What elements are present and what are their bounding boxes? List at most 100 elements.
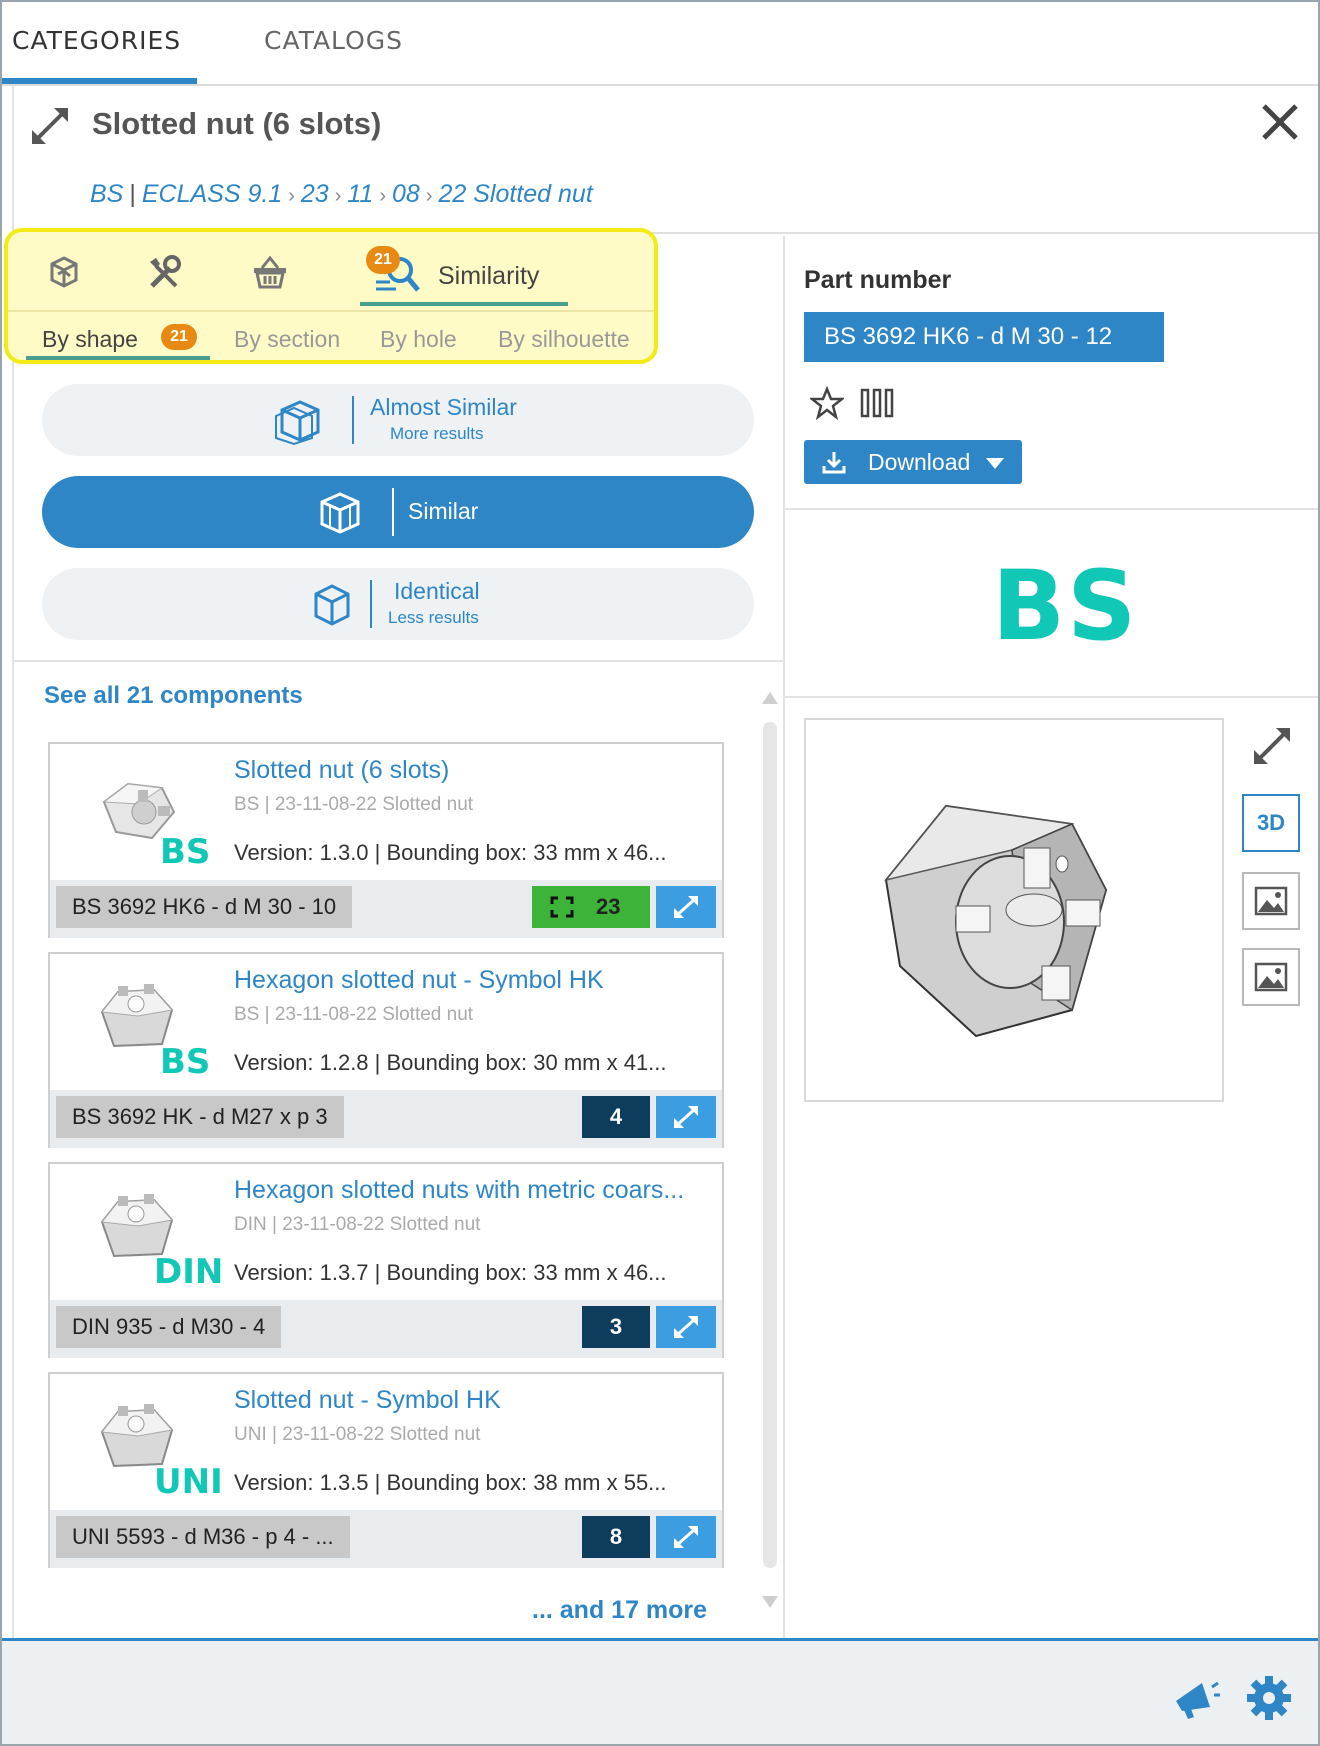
scroll-up-arrow[interactable]	[762, 692, 778, 704]
breadcrumb-item[interactable]: 23	[301, 180, 329, 208]
expand-icon	[674, 1106, 698, 1128]
result-title[interactable]: Slotted nut (6 slots)	[234, 756, 449, 785]
similar-button[interactable]: Similar	[42, 476, 754, 548]
viewer-3d-label: 3D	[1256, 810, 1286, 835]
chevron-right-icon: ›	[425, 185, 433, 207]
barcode-icon[interactable]	[860, 388, 894, 418]
brand-logo-text: BS	[160, 832, 211, 872]
result-category: BS | 23-11-08-22 Slotted nut	[234, 794, 474, 815]
viewer-image-button[interactable]	[1242, 872, 1300, 930]
gear-icon[interactable]	[1246, 1675, 1292, 1721]
tab-by-hole[interactable]: By hole	[380, 326, 457, 353]
part-number-label: Part number	[804, 266, 952, 294]
tab-by-silhouette[interactable]: By silhouette	[498, 326, 630, 353]
download-button[interactable]: Download	[804, 440, 1022, 484]
right-separator	[784, 696, 1318, 698]
scroll-down-arrow[interactable]	[762, 1596, 778, 1608]
bottom-toolbar	[2, 1638, 1318, 1744]
result-card[interactable]: DIN Hexagon slotted nuts with metric coa…	[48, 1162, 724, 1358]
result-category: BS | 23-11-08-22 Slotted nut	[234, 1004, 474, 1025]
see-all-link[interactable]: See all 21 components	[44, 682, 303, 710]
pill-separator	[392, 488, 394, 536]
chevron-right-icon: ›	[379, 185, 386, 207]
tab-by-shape[interactable]: By shape	[42, 326, 138, 353]
more-results-link[interactable]: ... and 17 more	[532, 1596, 707, 1625]
slotted-nut-3d-model	[884, 804, 1108, 1038]
almost-similar-button[interactable]: Almost Similar More results	[42, 384, 754, 456]
tab-categories[interactable]: CATEGORIES	[12, 26, 181, 55]
chevron-right-icon: ›	[334, 185, 342, 207]
breadcrumb-item[interactable]: 11	[347, 180, 373, 208]
result-title[interactable]: Hexagon slotted nut - Symbol HK	[234, 966, 604, 995]
result-footer: BS 3692 HK - d M27 x p 3 4	[50, 1090, 722, 1148]
result-expand-button[interactable]	[656, 886, 716, 928]
brand-logo-text: UNI	[154, 1462, 223, 1502]
pill-separator	[370, 580, 372, 628]
megaphone-icon[interactable]	[1172, 1677, 1220, 1721]
result-count[interactable]: 8	[582, 1516, 650, 1558]
breadcrumb-item[interactable]: 08	[392, 180, 420, 208]
result-expand-button[interactable]	[656, 1306, 716, 1348]
expand-icon[interactable]	[26, 102, 74, 150]
close-icon[interactable]	[1258, 100, 1302, 144]
download-label: Download	[868, 449, 971, 475]
result-card[interactable]: UNI Slotted nut - Symbol HK UNI | 23-11-…	[48, 1372, 724, 1568]
result-category: UNI | 23-11-08-22 Slotted nut	[234, 1424, 481, 1445]
identical-cube-icon	[314, 584, 350, 626]
breadcrumb-item[interactable]: 22 Slotted nut	[438, 180, 592, 208]
star-icon[interactable]	[810, 386, 844, 420]
viewer-image-button[interactable]	[1242, 948, 1300, 1006]
similarity-count-badge: 21	[366, 246, 400, 274]
3d-part-icon[interactable]	[44, 252, 84, 292]
breadcrumb-item[interactable]: ECLASS 9.1	[142, 180, 282, 208]
almost-similar-cube-icon	[275, 400, 320, 446]
similarity-label[interactable]: Similarity	[438, 262, 539, 291]
result-footer: BS 3692 HK6 - d M 30 - 10 23	[50, 880, 722, 938]
top-tab-bar: CATEGORIES CATALOGS	[2, 2, 1318, 86]
result-footer: DIN 935 - d M30 - 4 3	[50, 1300, 722, 1358]
scrollbar[interactable]	[763, 722, 777, 1568]
tools-icon[interactable]	[144, 252, 184, 292]
basket-icon[interactable]	[250, 252, 290, 292]
viewer-expand-icon[interactable]	[1250, 724, 1294, 768]
result-part-number[interactable]: BS 3692 HK6 - d M 30 - 10	[56, 886, 353, 928]
breadcrumb-separator: |	[129, 180, 136, 208]
identical-button[interactable]: Identical Less results	[42, 568, 754, 640]
image-icon	[1254, 886, 1288, 916]
active-tab-indicator	[2, 78, 197, 84]
image-icon	[1254, 962, 1288, 992]
brand-logo-text: BS	[160, 1042, 211, 1082]
result-expand-button[interactable]	[656, 1096, 716, 1138]
page-title: Slotted nut (6 slots)	[92, 106, 382, 141]
expand-icon	[674, 1316, 698, 1338]
result-count[interactable]: 3	[582, 1306, 650, 1348]
result-title[interactable]: Hexagon slotted nuts with metric coars..…	[234, 1176, 684, 1205]
list-separator	[14, 660, 784, 662]
tab-catalogs[interactable]: CATALOGS	[264, 26, 403, 55]
viewer-3d-button[interactable]: 3D	[1242, 794, 1300, 852]
result-part-number[interactable]: DIN 935 - d M30 - 4	[56, 1306, 282, 1348]
result-version: Version: 1.3.7 | Bounding box: 33 mm x 4…	[234, 1260, 667, 1285]
almost-similar-sublabel: More results	[390, 424, 484, 443]
result-part-number[interactable]: BS 3692 HK - d M27 x p 3	[56, 1096, 344, 1138]
frame-corners-icon	[550, 896, 574, 918]
result-count-badge[interactable]: 23	[532, 886, 650, 928]
3d-viewer[interactable]	[804, 718, 1224, 1102]
result-part-number[interactable]: UNI 5593 - d M36 - p 4 - ...	[56, 1516, 350, 1558]
right-separator	[784, 508, 1318, 510]
column-divider	[783, 236, 785, 1640]
result-card[interactable]: BS Hexagon slotted nut - Symbol HK BS | …	[48, 952, 724, 1148]
tool-panel-divider	[8, 310, 654, 312]
identical-sublabel: Less results	[388, 608, 479, 627]
result-count: 23	[596, 894, 621, 919]
result-version: Version: 1.2.8 | Bounding box: 30 mm x 4…	[234, 1050, 667, 1075]
almost-similar-label: Almost Similar	[370, 394, 517, 420]
result-count[interactable]: 4	[582, 1096, 650, 1138]
expand-icon	[674, 1526, 698, 1548]
breadcrumb-brand[interactable]: BS	[90, 180, 123, 208]
result-expand-button[interactable]	[656, 1516, 716, 1558]
result-title[interactable]: Slotted nut - Symbol HK	[234, 1386, 501, 1415]
part-number-select[interactable]: BS 3692 HK6 - d M 30 - 12	[804, 312, 1164, 362]
result-card[interactable]: BS Slotted nut (6 slots) BS | 23-11-08-2…	[48, 742, 724, 938]
tab-by-section[interactable]: By section	[234, 326, 340, 353]
